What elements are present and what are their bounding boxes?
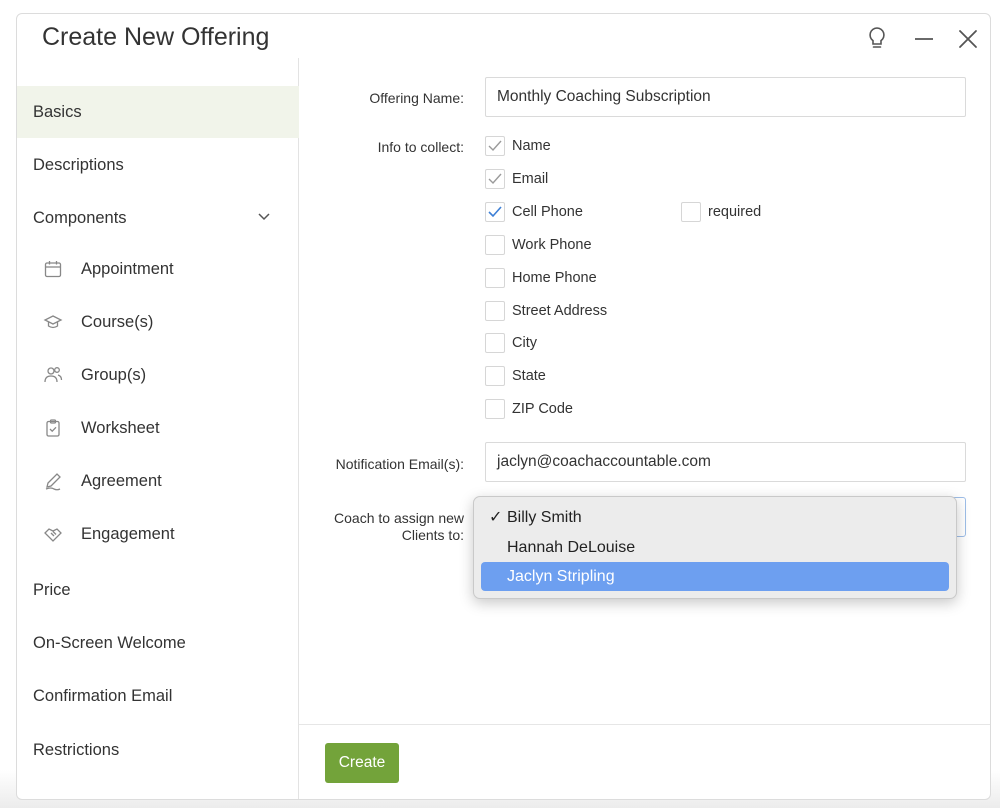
- coach-assign-label-line1: Coach to assign new: [334, 510, 464, 526]
- info-to-collect-label: Info to collect:: [377, 139, 464, 155]
- info-field-name[interactable]: Name: [485, 135, 551, 157]
- checkbox-label: Email: [512, 171, 549, 187]
- lightbulb-icon[interactable]: [862, 24, 892, 54]
- notification-email-input[interactable]: jaclyn@coachaccountable.com: [485, 442, 966, 482]
- calendar-icon: [44, 261, 62, 278]
- info-field-zip-code[interactable]: ZIP Code: [485, 398, 573, 420]
- sidebar-item-label: Confirmation Email: [33, 686, 173, 705]
- checkbox-label: required: [708, 204, 762, 220]
- checkbox-label: Work Phone: [512, 237, 592, 253]
- checkbox-name[interactable]: [485, 136, 505, 156]
- sidebar-item-price[interactable]: Price: [17, 564, 299, 616]
- checkmark-icon: [488, 206, 502, 218]
- sidebar-item-label: Group(s): [81, 365, 147, 384]
- sidebar-item-descriptions[interactable]: Descriptions: [17, 139, 299, 191]
- footer-divider: [299, 724, 990, 725]
- checkbox-label: City: [512, 335, 537, 351]
- sidebar-item-label: Appointment: [81, 259, 174, 278]
- sidebar-item-on-screen-welcome[interactable]: On-Screen Welcome: [17, 617, 299, 669]
- group-icon: [44, 367, 63, 383]
- coach-assign-label-line2: Clients to:: [401, 527, 464, 543]
- checkbox-street-address[interactable]: [485, 301, 505, 321]
- checkbox-state[interactable]: [485, 366, 505, 386]
- notification-email-label: Notification Email(s):: [335, 456, 464, 472]
- offering-name-input[interactable]: Monthly Coaching Subscription: [485, 77, 966, 117]
- sidebar-nav: Basics Descriptions Components Appointme…: [17, 58, 299, 799]
- pen-icon: [45, 473, 61, 491]
- sidebar-item-label: Course(s): [81, 312, 154, 331]
- sidebar-item-courses[interactable]: Course(s): [17, 296, 299, 348]
- sidebar-item-groups[interactable]: Group(s): [17, 349, 299, 401]
- info-field-state[interactable]: State: [485, 365, 546, 387]
- sidebar-item-label: Agreement: [81, 471, 162, 490]
- sidebar-item-label: Restrictions: [33, 740, 120, 759]
- checkbox-label: ZIP Code: [512, 401, 573, 417]
- checkbox-label: Cell Phone: [512, 204, 583, 220]
- checkbox-home-phone[interactable]: [485, 268, 505, 288]
- info-field-cell-phone[interactable]: Cell Phone: [485, 201, 583, 223]
- info-field-street-address[interactable]: Street Address: [485, 300, 607, 322]
- info-field-email[interactable]: Email: [485, 168, 548, 190]
- checkbox-required[interactable]: [681, 202, 701, 222]
- coach-option-label: Hannah DeLouise: [507, 538, 636, 556]
- checkbox-email[interactable]: [485, 169, 505, 189]
- checkmark-icon: [488, 173, 502, 185]
- minimize-icon[interactable]: [909, 24, 939, 54]
- sidebar-item-components[interactable]: Components: [17, 192, 299, 244]
- checkbox-zip-code[interactable]: [485, 399, 505, 419]
- coach-dropdown-menu: ✓ Billy Smith Hannah DeLouise Jaclyn Str…: [473, 496, 957, 599]
- sidebar-item-basics[interactable]: Basics: [17, 86, 299, 138]
- checkbox-label: State: [512, 368, 546, 384]
- sidebar-item-label: Worksheet: [81, 418, 160, 437]
- sidebar-item-label: Descriptions: [33, 155, 124, 174]
- coach-option-hannah-delouise[interactable]: Hannah DeLouise: [481, 533, 949, 562]
- info-field-city[interactable]: City: [485, 332, 537, 354]
- checkbox-label: Name: [512, 138, 551, 154]
- coach-option-label: Billy Smith: [507, 508, 582, 526]
- checkmark-icon: [488, 140, 502, 152]
- checkbox-cell-phone[interactable]: [485, 202, 505, 222]
- chevron-down-icon: [258, 213, 270, 221]
- sidebar-item-label: Engagement: [81, 524, 175, 543]
- checkbox-label: Street Address: [512, 303, 608, 319]
- coach-option-jaclyn-stripling[interactable]: Jaclyn Stripling: [481, 562, 949, 591]
- sidebar-item-label: On-Screen Welcome: [33, 633, 186, 652]
- clipboard-check-icon: [46, 419, 60, 437]
- coach-assign-label: Coach to assign new Clients to:: [297, 510, 464, 544]
- checkbox-work-phone[interactable]: [485, 235, 505, 255]
- sidebar-item-agreement[interactable]: Agreement: [17, 455, 299, 507]
- checkmark-icon: ✓: [489, 509, 503, 526]
- close-icon[interactable]: [953, 24, 983, 54]
- sidebar-item-confirmation-email[interactable]: Confirmation Email: [17, 670, 299, 722]
- sidebar-item-engagement[interactable]: Engagement: [17, 508, 299, 560]
- dialog-title: Create New Offering: [42, 23, 270, 51]
- create-offering-dialog: Create New Offering Basics Descriptions …: [16, 13, 991, 800]
- sidebar-item-label: Basics: [33, 102, 82, 121]
- offering-name-label: Offering Name:: [369, 90, 464, 106]
- coach-option-billy-smith[interactable]: ✓ Billy Smith: [481, 503, 949, 532]
- create-button[interactable]: Create: [325, 743, 399, 783]
- sidebar-item-worksheet[interactable]: Worksheet: [17, 402, 299, 454]
- checkbox-label: Home Phone: [512, 270, 597, 286]
- sidebar-item-label: Components: [33, 208, 127, 227]
- info-field-work-phone[interactable]: Work Phone: [485, 234, 592, 256]
- info-field-home-phone[interactable]: Home Phone: [485, 267, 597, 289]
- sidebar-item-appointment[interactable]: Appointment: [17, 243, 299, 295]
- cell-phone-required[interactable]: required: [681, 201, 761, 223]
- checkbox-city[interactable]: [485, 333, 505, 353]
- coach-option-label: Jaclyn Stripling: [507, 567, 615, 585]
- graduation-cap-icon: [43, 315, 63, 329]
- sidebar-item-restrictions[interactable]: Restrictions: [17, 724, 299, 776]
- sidebar-item-label: Price: [33, 580, 71, 599]
- handshake-icon: [44, 528, 62, 542]
